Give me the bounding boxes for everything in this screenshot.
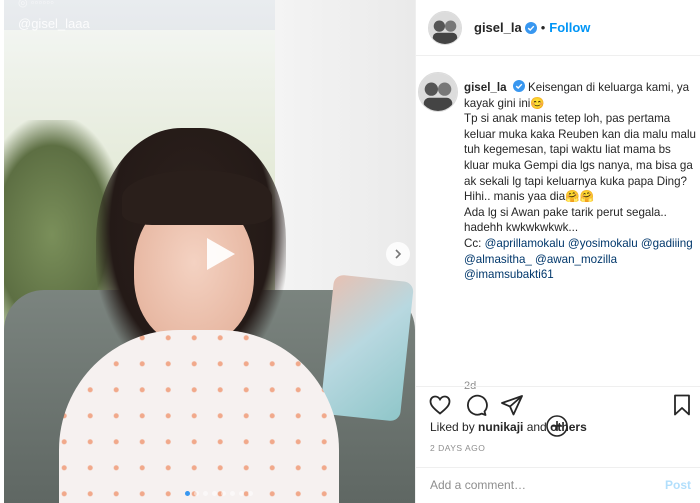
bookmark-icon[interactable]: [670, 393, 694, 417]
video-watermark: @gisel_laaa: [18, 16, 90, 31]
share-icon[interactable]: [500, 393, 524, 417]
carousel-dot: [194, 491, 199, 496]
caption-cc-prefix: Cc:: [464, 236, 485, 250]
caption-line-2: Tp si anak manis tetep loh, pas pertama …: [464, 112, 696, 204]
carousel-dot: [239, 491, 244, 496]
likes-user[interactable]: nunikaji: [478, 420, 523, 434]
caption-area: gisel_la Keisengan di keluarga kami, ya …: [416, 72, 700, 437]
carousel-dot: [221, 491, 226, 496]
follow-button[interactable]: Follow: [549, 20, 590, 35]
avatar[interactable]: [428, 10, 462, 45]
watermark-top: ◎ ◦◦◦◦◦◦: [18, 0, 55, 9]
header-separator: •: [540, 20, 546, 35]
header-username[interactable]: gisel_la: [474, 20, 522, 35]
carousel-dots: [185, 491, 253, 496]
caption-mentions[interactable]: @aprillamokalu @yosimokalu @gadiiing @al…: [464, 237, 693, 281]
comment-input[interactable]: [430, 478, 640, 492]
play-icon[interactable]: [189, 226, 245, 282]
verified-badge-icon: [524, 21, 537, 34]
likes-middle: and: [523, 420, 551, 434]
caption-avatar[interactable]: [418, 72, 458, 112]
carousel-dot: [203, 491, 208, 496]
carousel-dot: [230, 491, 235, 496]
carousel-dot: [185, 491, 190, 496]
likes-summary: Liked by nunikaji and others: [430, 420, 587, 434]
verified-badge-icon: [512, 80, 525, 92]
action-bar: [416, 386, 700, 422]
caption-line-3: Ada lg si Awan pake tarik perut segala..…: [464, 205, 667, 235]
background-pillow: [319, 274, 415, 422]
post-header: gisel_la • Follow: [416, 0, 700, 56]
heart-icon[interactable]: [428, 393, 452, 417]
post-date[interactable]: 2 DAYS AGO: [430, 443, 485, 453]
comment-bar: Post: [416, 467, 700, 503]
chevron-right-icon[interactable]: [386, 242, 410, 266]
comment-icon[interactable]: [464, 393, 488, 417]
post-caption: gisel_la Keisengan di keluarga kami, ya …: [464, 80, 696, 283]
carousel-dot: [248, 491, 253, 496]
post-media[interactable]: ◎ ◦◦◦◦◦◦ @gisel_laaa: [4, 0, 415, 503]
likes-prefix: Liked by: [430, 420, 479, 434]
post-comment-button[interactable]: Post: [665, 478, 691, 492]
caption-username[interactable]: gisel_la: [464, 81, 507, 94]
post-sidebar: gisel_la • Follow gisel_la Keisengan di …: [415, 0, 700, 503]
carousel-dot: [212, 491, 217, 496]
likes-others[interactable]: others: [550, 420, 587, 434]
child-bangs: [122, 170, 272, 225]
